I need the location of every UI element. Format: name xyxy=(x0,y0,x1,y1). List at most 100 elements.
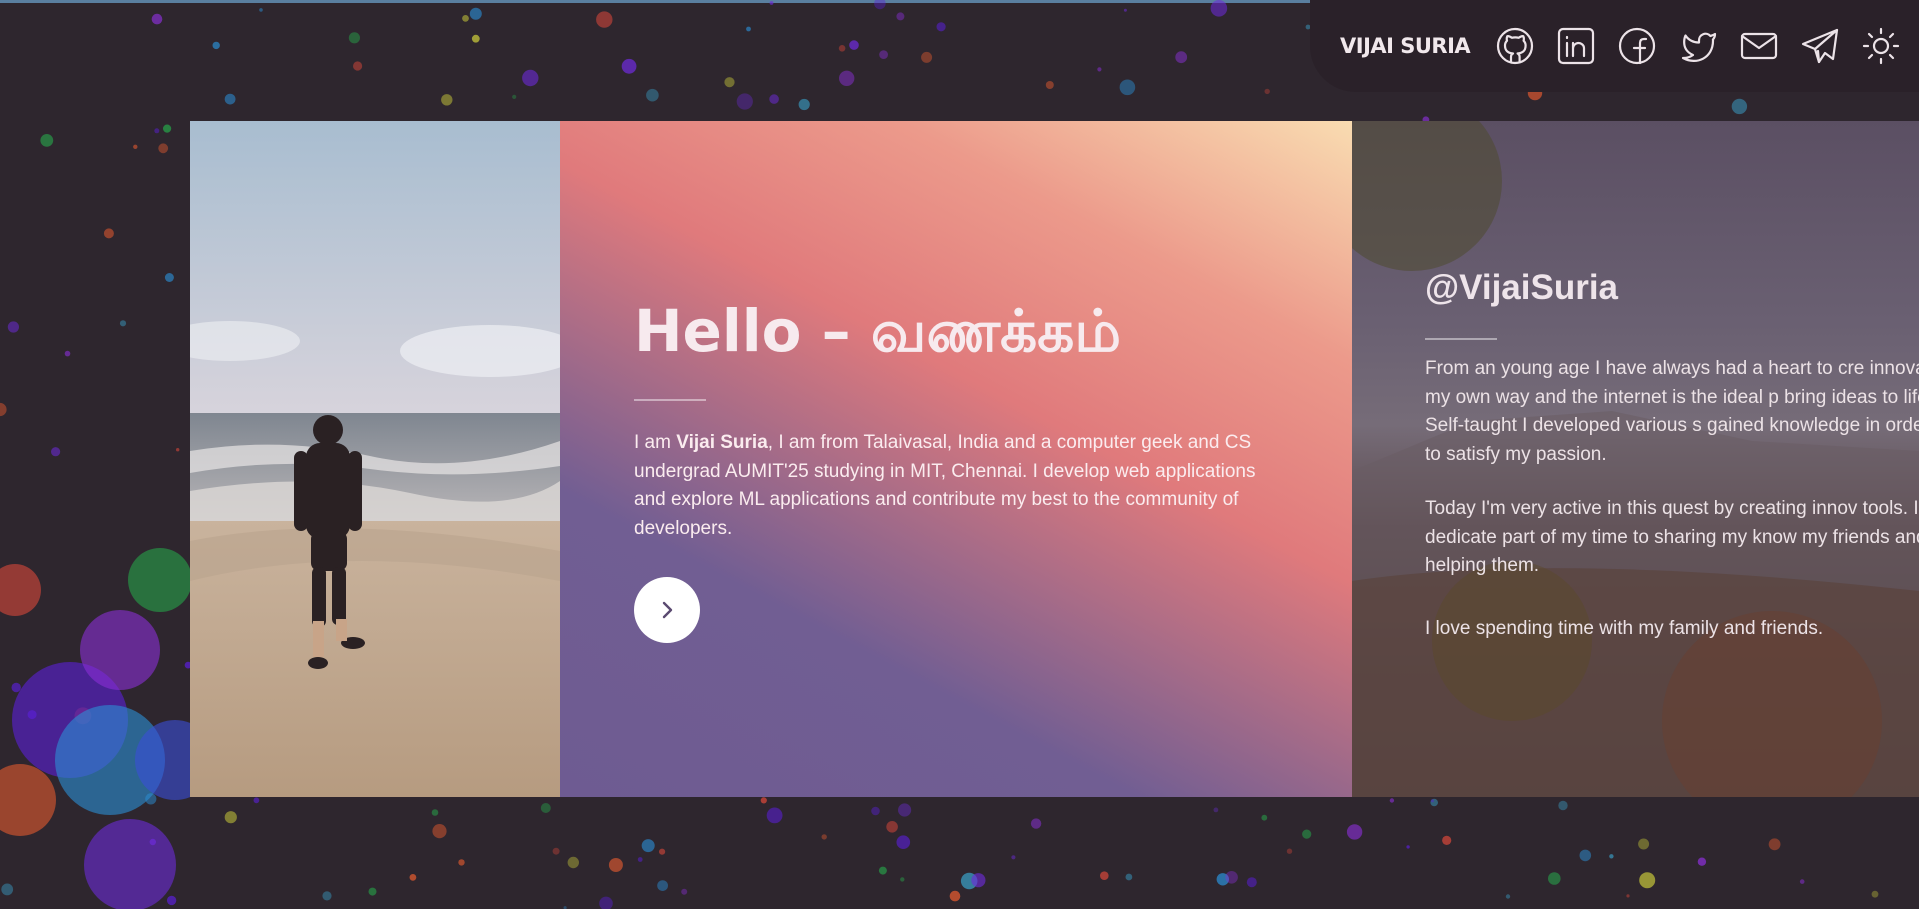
github-icon[interactable] xyxy=(1494,25,1536,67)
about-paragraph: I love spending time with my family and … xyxy=(1425,618,1824,639)
confetti-dot xyxy=(1638,838,1650,850)
confetti-dot xyxy=(458,859,465,866)
confetti-dot xyxy=(40,134,54,147)
next-slide-button[interactable] xyxy=(634,577,700,643)
confetti-dot xyxy=(949,890,961,902)
sun-icon[interactable] xyxy=(1860,25,1902,67)
confetti-dot xyxy=(7,321,20,333)
confetti-dot xyxy=(1264,88,1270,95)
confetti-dot xyxy=(164,273,174,282)
mail-icon[interactable] xyxy=(1738,25,1780,67)
hero-divider xyxy=(634,399,706,401)
chevron-right-icon xyxy=(662,601,673,619)
facebook-icon[interactable] xyxy=(1616,25,1658,67)
confetti-dot xyxy=(1871,890,1879,898)
confetti-dot xyxy=(1100,871,1109,880)
confetti-dot xyxy=(621,58,637,74)
confetti-dot xyxy=(1579,849,1592,862)
confetti-dot xyxy=(1389,798,1395,803)
confetti-dot xyxy=(212,41,220,50)
confetti-dot xyxy=(898,803,912,817)
confetti-dot xyxy=(1505,894,1511,899)
confetti-dot xyxy=(133,144,138,149)
confetti-dot xyxy=(1731,98,1748,115)
confetti-dot xyxy=(166,895,177,906)
confetti-dot xyxy=(512,94,517,99)
confetti-dot xyxy=(599,896,613,909)
confetti-dot xyxy=(646,88,659,102)
confetti-dot xyxy=(51,447,61,457)
confetti-dot xyxy=(900,877,905,882)
hero-intro: I am Vijai Suria, I am from Talaivasal, … xyxy=(634,429,1274,543)
confetti-dot xyxy=(567,856,579,869)
confetti-dot xyxy=(1175,51,1188,64)
social-handle: @VijaiSuria xyxy=(1425,268,1619,307)
confetti-dot xyxy=(838,45,846,52)
telegram-icon[interactable] xyxy=(1799,25,1841,67)
confetti-dot xyxy=(637,857,643,862)
confetti-dot xyxy=(1442,835,1452,846)
confetti-dot xyxy=(1119,79,1136,96)
confetti-dot xyxy=(1097,67,1102,72)
about-paragraph: From an young age I have always had a he… xyxy=(1425,358,1919,465)
confetti-dot xyxy=(1626,894,1630,898)
confetti-dot xyxy=(1346,824,1363,840)
confetti-dot xyxy=(1548,872,1561,885)
confetti-dot xyxy=(154,128,160,134)
about-card: @VijaiSuria From an young age I have alw… xyxy=(1352,121,1919,797)
confetti-dot xyxy=(874,0,886,10)
confetti-dot xyxy=(431,809,439,816)
confetti-dot xyxy=(163,124,172,133)
confetti-dot xyxy=(736,93,753,110)
confetti-dot xyxy=(766,807,783,824)
confetti-dot xyxy=(821,834,827,840)
confetti-dot xyxy=(224,93,236,105)
confetti-dot xyxy=(1406,845,1410,849)
twitter-icon[interactable] xyxy=(1677,25,1719,67)
confetti-bubble xyxy=(80,610,160,690)
confetti-dot xyxy=(64,350,71,357)
confetti-dot xyxy=(253,797,260,804)
confetti-dot xyxy=(879,50,888,59)
confetti-dot xyxy=(798,98,810,111)
confetti-dot xyxy=(158,143,169,154)
confetti-dot xyxy=(469,7,482,20)
confetti-bubble xyxy=(128,548,192,612)
hero-card: Hello – வணக்கம் I am Vijai Suria, I am f… xyxy=(560,121,1352,797)
confetti-dot xyxy=(839,70,855,87)
confetti-dot xyxy=(1,883,14,896)
confetti-dot xyxy=(1799,879,1805,884)
confetti-dot xyxy=(1768,838,1781,851)
confetti-dot xyxy=(896,12,905,21)
confetti-bubble xyxy=(0,764,56,836)
confetti-dot xyxy=(119,320,127,327)
confetti-dot xyxy=(769,1,774,5)
confetti-dot xyxy=(540,803,551,813)
confetti-dot xyxy=(1697,857,1707,866)
confetti-dot xyxy=(1011,855,1016,860)
intro-name: Vijai Suria xyxy=(676,432,768,453)
confetti-dot xyxy=(760,797,767,804)
confetti-dot xyxy=(11,682,21,693)
confetti-dot xyxy=(522,69,539,87)
confetti-dot xyxy=(936,22,946,32)
beach-scene-illustration xyxy=(190,121,560,797)
top-nav: VIJAI SURIA xyxy=(1310,0,1919,92)
confetti-dot xyxy=(641,839,655,853)
confetti-dot xyxy=(1225,871,1238,884)
confetti-dot xyxy=(1123,8,1127,12)
confetti-dot xyxy=(1125,873,1133,881)
profile-photo xyxy=(190,121,560,797)
confetti-dot xyxy=(878,866,887,875)
confetti-dot xyxy=(896,835,911,849)
brand-name[interactable]: VIJAI SURIA xyxy=(1340,34,1471,58)
about-paragraph: Today I'm very active in this quest by c… xyxy=(1425,498,1919,576)
confetti-dot xyxy=(1210,0,1228,17)
confetti-dot xyxy=(471,34,480,43)
confetti-dot xyxy=(0,402,7,417)
confetti-dot xyxy=(432,824,447,839)
confetti-dot xyxy=(176,448,180,452)
linkedin-icon[interactable] xyxy=(1555,25,1597,67)
confetti-dot xyxy=(462,15,469,22)
confetti-dot xyxy=(1261,814,1268,821)
